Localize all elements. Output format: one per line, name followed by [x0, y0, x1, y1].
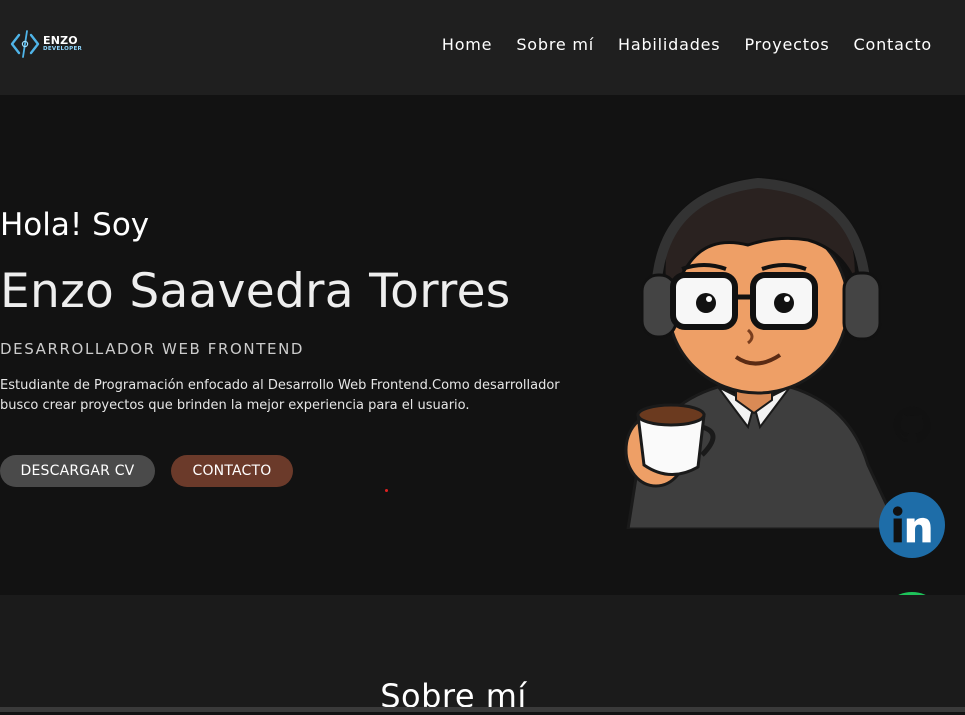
github-link[interactable] — [890, 403, 934, 447]
hero-greeting: Hola! Soy — [0, 207, 150, 243]
main-nav: Home Sobre mí Habilidades Proyectos Cont… — [442, 35, 932, 54]
scroll-divider — [0, 707, 965, 712]
github-icon — [893, 406, 931, 444]
nav-proyectos[interactable]: Proyectos — [744, 35, 829, 54]
code-brackets-icon — [10, 30, 40, 58]
hero-name: Enzo Saavedra Torres — [0, 264, 511, 319]
linkedin-link[interactable] — [879, 492, 945, 558]
site-logo[interactable]: ENZO DEVELOPER — [10, 28, 82, 60]
linkedin-icon — [892, 506, 931, 543]
logo-name: ENZO — [43, 34, 78, 48]
hero-role: DESARROLLADOR WEB FRONTEND — [0, 340, 305, 358]
hero-description: Estudiante de Programación enfocado al D… — [0, 378, 560, 413]
decorative-dot — [385, 489, 388, 492]
nav-contacto[interactable]: Contacto — [854, 35, 932, 54]
site-header: ENZO DEVELOPER Home Sobre mí Habilidades… — [0, 0, 965, 95]
logo-subtitle: DEVELOPER — [43, 46, 83, 53]
nav-home[interactable]: Home — [442, 35, 492, 54]
nav-sobre-mi[interactable]: Sobre mí — [516, 35, 594, 54]
contact-button[interactable]: CONTACTO — [171, 455, 293, 487]
download-cv-button[interactable]: DESCARGAR CV — [0, 455, 155, 487]
nav-habilidades[interactable]: Habilidades — [618, 35, 720, 54]
avatar-illustration — [624, 177, 900, 529]
